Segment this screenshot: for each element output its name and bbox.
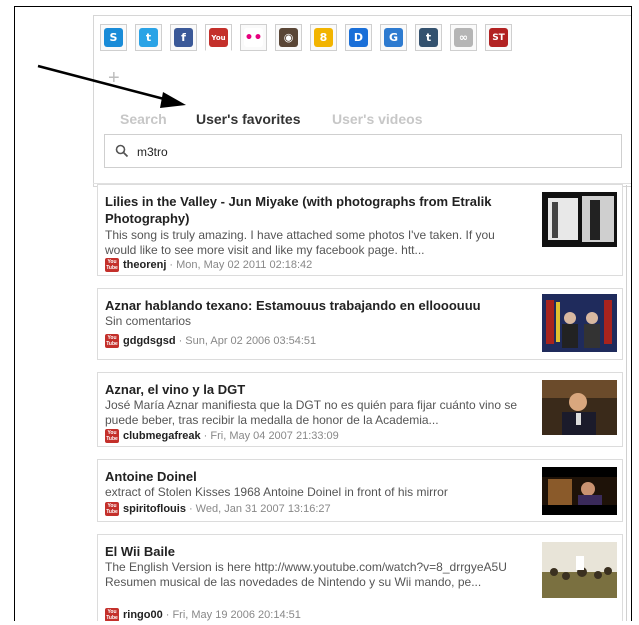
youtube-icon: You Tube — [105, 334, 119, 348]
service-button-twitter[interactable]: t — [135, 24, 162, 51]
service-button-g[interactable]: G — [380, 24, 407, 51]
upload-date: · Mon, May 02 2011 02:18:42 — [169, 259, 313, 271]
add-service-icon[interactable]: + — [108, 68, 120, 88]
video-title[interactable]: Lilies in the Valley - Jun Miyake (with … — [105, 193, 523, 227]
video-description: José María Aznar manifiesta que la DGT n… — [105, 398, 518, 427]
app-frame: St f You •• ◉ 8 D Gt ∞ ST + Search User's favorit… — [14, 6, 632, 621]
video-thumbnail[interactable] — [542, 380, 617, 435]
video-title[interactable]: El Wii Baile — [105, 543, 523, 560]
service-button-tumblr[interactable]: t — [415, 24, 442, 51]
tumblr-icon: t — [419, 28, 438, 47]
tab-search[interactable]: Search — [120, 111, 167, 127]
service-button-skype[interactable]: S — [100, 24, 127, 51]
service-button-flickr[interactable]: •• — [240, 24, 267, 51]
source-panel: St f You •• ◉ 8 D Gt ∞ ST + Search User's favorit… — [93, 15, 631, 187]
video-meta: You Tube ringo00 · Fri, May 19 2006 20:14… — [105, 608, 301, 621]
video-description: Sin comentarios — [105, 314, 192, 328]
video-thumbnail[interactable] — [542, 467, 617, 515]
video-meta: You Tube gdgdsgsd · Sun, Apr 02 2006 03:5… — [105, 334, 316, 348]
dailymotion-icon: D — [349, 28, 368, 47]
service-icon-bar: St f You •• ◉ 8 D Gt ∞ ST — [100, 24, 512, 51]
search-field[interactable] — [104, 134, 622, 168]
service-button-st[interactable]: ST — [485, 24, 512, 51]
video-thumbnail[interactable] — [542, 192, 617, 247]
service-button-youtube[interactable]: You — [205, 24, 232, 51]
username-link[interactable]: gdgdsgsd — [123, 335, 176, 347]
video-thumbnail[interactable] — [542, 542, 617, 598]
g-icon: G — [384, 28, 403, 47]
upload-date: · Fri, May 04 2007 21:33:09 — [203, 430, 339, 442]
youtube-icon: You Tube — [105, 502, 119, 516]
youtube-icon: You — [209, 28, 228, 47]
service-button-instagram[interactable]: ◉ — [275, 24, 302, 51]
list-item[interactable]: Lilies in the Valley - Jun Miyake (with … — [97, 184, 623, 276]
instagram-icon: ◉ — [279, 28, 298, 47]
upload-date: · Fri, May 19 2006 20:14:51 — [165, 609, 301, 621]
tab-users-favorites[interactable]: User's favorites — [196, 111, 301, 127]
service-button-link[interactable]: ∞ — [450, 24, 477, 51]
youtube-icon: You Tube — [105, 258, 119, 272]
video-description: extract of Stolen Kisses 1968 Antoine Do… — [105, 485, 448, 499]
youtube-icon: You Tube — [105, 429, 119, 443]
list-item[interactable]: Antoine Doinel extract of Stolen Kisses … — [97, 459, 623, 522]
list-item[interactable]: Aznar hablando texano: Estamouus trabaja… — [97, 288, 623, 360]
video-description: This song is truly amazing. I have attac… — [105, 228, 495, 257]
scrollbar[interactable] — [626, 185, 627, 621]
list-item[interactable]: Aznar, el vino y la DGT José María Aznar… — [97, 372, 623, 447]
username-link[interactable]: theorenj — [123, 259, 166, 271]
username-link[interactable]: spiritoflouis — [123, 503, 186, 515]
video-title[interactable]: Aznar, el vino y la DGT — [105, 381, 523, 398]
facebook-icon: f — [174, 28, 193, 47]
video-meta: You Tube spiritoflouis · Wed, Jan 31 2007… — [105, 502, 331, 516]
video-title[interactable]: Aznar hablando texano: Estamouus trabaja… — [105, 297, 523, 314]
upload-date: · Sun, Apr 02 2006 03:54:51 — [178, 335, 317, 347]
username-link[interactable]: clubmegafreak — [123, 430, 201, 442]
twitter-icon: t — [139, 28, 158, 47]
service-button-dailymotion[interactable]: D — [345, 24, 372, 51]
google-icon: 8 — [314, 28, 333, 47]
search-icon — [115, 144, 129, 158]
search-input[interactable] — [135, 141, 609, 163]
service-button-google[interactable]: 8 — [310, 24, 337, 51]
upload-date: · Wed, Jan 31 2007 13:16:27 — [188, 503, 331, 515]
tab-users-videos[interactable]: User's videos — [332, 111, 423, 127]
video-meta: You Tube theorenj · Mon, May 02 2011 02:1… — [105, 258, 312, 272]
username-link[interactable]: ringo00 — [123, 609, 163, 621]
link-icon: ∞ — [454, 28, 473, 47]
list-item[interactable]: El Wii Baile The English Version is here… — [97, 534, 623, 621]
skype-icon: S — [104, 28, 123, 47]
video-meta: You Tube clubmegafreak · Fri, May 04 2007… — [105, 429, 339, 443]
video-title[interactable]: Antoine Doinel — [105, 468, 523, 485]
youtube-icon: You Tube — [105, 608, 119, 621]
st-icon: ST — [489, 28, 508, 47]
flickr-icon: •• — [244, 28, 263, 47]
service-button-facebook[interactable]: f — [170, 24, 197, 51]
video-thumbnail[interactable] — [542, 294, 617, 352]
video-description: The English Version is here http://www.y… — [105, 560, 507, 589]
